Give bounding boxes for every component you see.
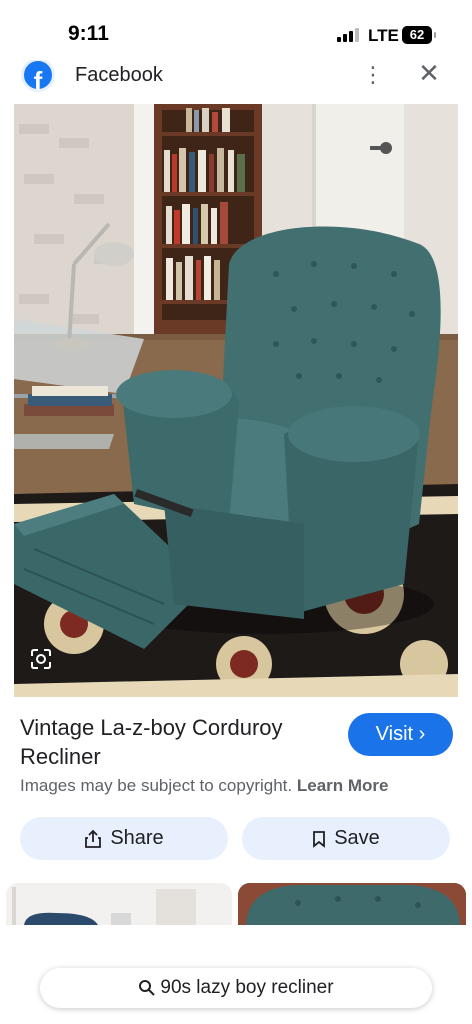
google-lens-icon[interactable] [30, 648, 52, 670]
source-name[interactable]: Facebook [75, 64, 163, 87]
result-title[interactable]: Vintage La-z-boy Corduroy Recliner [20, 713, 338, 771]
signal-icon [337, 28, 361, 42]
bookmark-icon [313, 830, 326, 848]
search-query: 90s lazy boy recliner [160, 977, 334, 998]
save-label: Save [334, 827, 380, 849]
learn-more-link[interactable]: Learn More [297, 776, 389, 795]
network-label: LTE [368, 26, 399, 45]
battery-icon: 62 [402, 26, 436, 44]
status-bar: 9:11 LTE 62 [0, 0, 472, 60]
copyright-text: Images may be subject to copyright. [20, 776, 293, 795]
status-time: 9:11 [68, 22, 109, 45]
visit-button[interactable]: Visit › [348, 713, 453, 756]
visit-label: Visit [375, 723, 414, 745]
close-icon[interactable]: ✕ [416, 60, 442, 90]
save-button[interactable]: Save [242, 817, 450, 860]
search-icon [139, 980, 156, 996]
share-label: Share [110, 827, 164, 849]
result-image[interactable] [14, 104, 458, 697]
search-bar[interactable]: 90s lazy boy recliner [40, 968, 432, 1008]
copyright-notice: Images may be subject to copyright. Lear… [20, 776, 389, 796]
share-icon [85, 829, 102, 848]
more-options-icon[interactable]: ⋮ [362, 62, 384, 92]
related-image-2[interactable] [238, 883, 466, 925]
source-header: f Facebook ⋮ ✕ [0, 60, 472, 104]
facebook-icon: f [21, 60, 55, 96]
related-image-1[interactable] [6, 883, 232, 925]
share-button[interactable]: Share [20, 817, 228, 860]
chevron-right-icon: › [418, 723, 426, 745]
